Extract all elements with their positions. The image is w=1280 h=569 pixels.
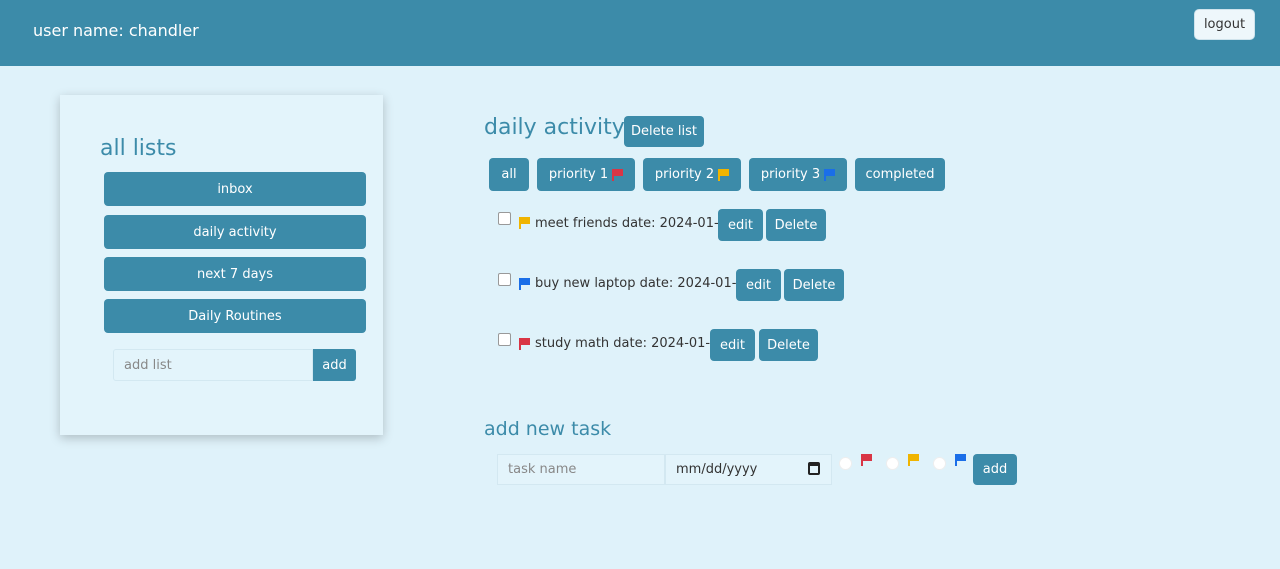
task-checkbox[interactable]	[498, 333, 511, 346]
top-bar: user name: chandler logout	[0, 0, 1280, 66]
delete-list-button[interactable]: Delete list	[624, 116, 704, 147]
red-flag-icon	[612, 168, 624, 181]
list-button-daily-routines[interactable]: Daily Routines	[104, 299, 366, 333]
blue-flag-icon	[955, 454, 966, 466]
filter-all-label: all	[501, 167, 517, 182]
priority-2-radio[interactable]	[886, 457, 899, 470]
blue-flag-icon	[519, 278, 530, 290]
date-placeholder: mm/dd/yyyy	[676, 462, 758, 477]
edit-task-button[interactable]: edit	[736, 269, 781, 301]
edit-task-button[interactable]: edit	[718, 209, 763, 241]
task-name-input[interactable]: task name	[497, 454, 665, 485]
task-checkbox[interactable]	[498, 212, 511, 225]
delete-task-button[interactable]: Delete	[784, 269, 844, 301]
task-text: buy new laptop date: 2024-01-01	[535, 276, 753, 291]
add-task-heading: add new task	[484, 418, 612, 440]
add-task-button[interactable]: add	[973, 454, 1017, 485]
add-list-input[interactable]: add list	[113, 349, 313, 381]
filter-completed-button[interactable]: completed	[855, 158, 945, 191]
red-flag-icon	[861, 454, 872, 466]
list-button-daily-activity[interactable]: daily activity	[104, 215, 366, 249]
yellow-flag-icon	[718, 168, 730, 181]
filter-priority-1-button[interactable]: priority 1	[537, 158, 635, 191]
calendar-icon[interactable]	[808, 462, 820, 475]
task-text: meet friends date: 2024-01-12	[535, 216, 736, 231]
username-label: user name: chandler	[33, 21, 199, 40]
priority-3-radio[interactable]	[933, 457, 946, 470]
add-list-button[interactable]: add	[313, 349, 356, 381]
list-title: daily activity	[484, 115, 625, 140]
filter-completed-label: completed	[865, 167, 935, 182]
task-date-input[interactable]: mm/dd/yyyy	[665, 454, 832, 485]
filter-priority-3-label: priority 3	[760, 167, 821, 182]
delete-task-button[interactable]: Delete	[759, 329, 818, 361]
blue-flag-icon	[824, 168, 836, 181]
all-lists-heading: all lists	[100, 136, 177, 161]
priority-1-radio[interactable]	[839, 457, 852, 470]
yellow-flag-icon	[908, 454, 919, 466]
filter-priority-1-label: priority 1	[548, 167, 609, 182]
filter-all-button[interactable]: all	[489, 158, 529, 191]
red-flag-icon	[519, 338, 530, 350]
filter-priority-2-label: priority 2	[654, 167, 715, 182]
delete-task-button[interactable]: Delete	[766, 209, 826, 241]
logout-button[interactable]: logout	[1194, 9, 1255, 40]
task-checkbox[interactable]	[498, 273, 511, 286]
filter-priority-3-button[interactable]: priority 3	[749, 158, 847, 191]
list-button-next-7-days[interactable]: next 7 days	[104, 257, 366, 291]
list-button-inbox[interactable]: inbox	[104, 172, 366, 206]
filter-priority-2-button[interactable]: priority 2	[643, 158, 741, 191]
edit-task-button[interactable]: edit	[710, 329, 755, 361]
task-text: study math date: 2024-01-03	[535, 336, 727, 351]
yellow-flag-icon	[519, 217, 530, 229]
